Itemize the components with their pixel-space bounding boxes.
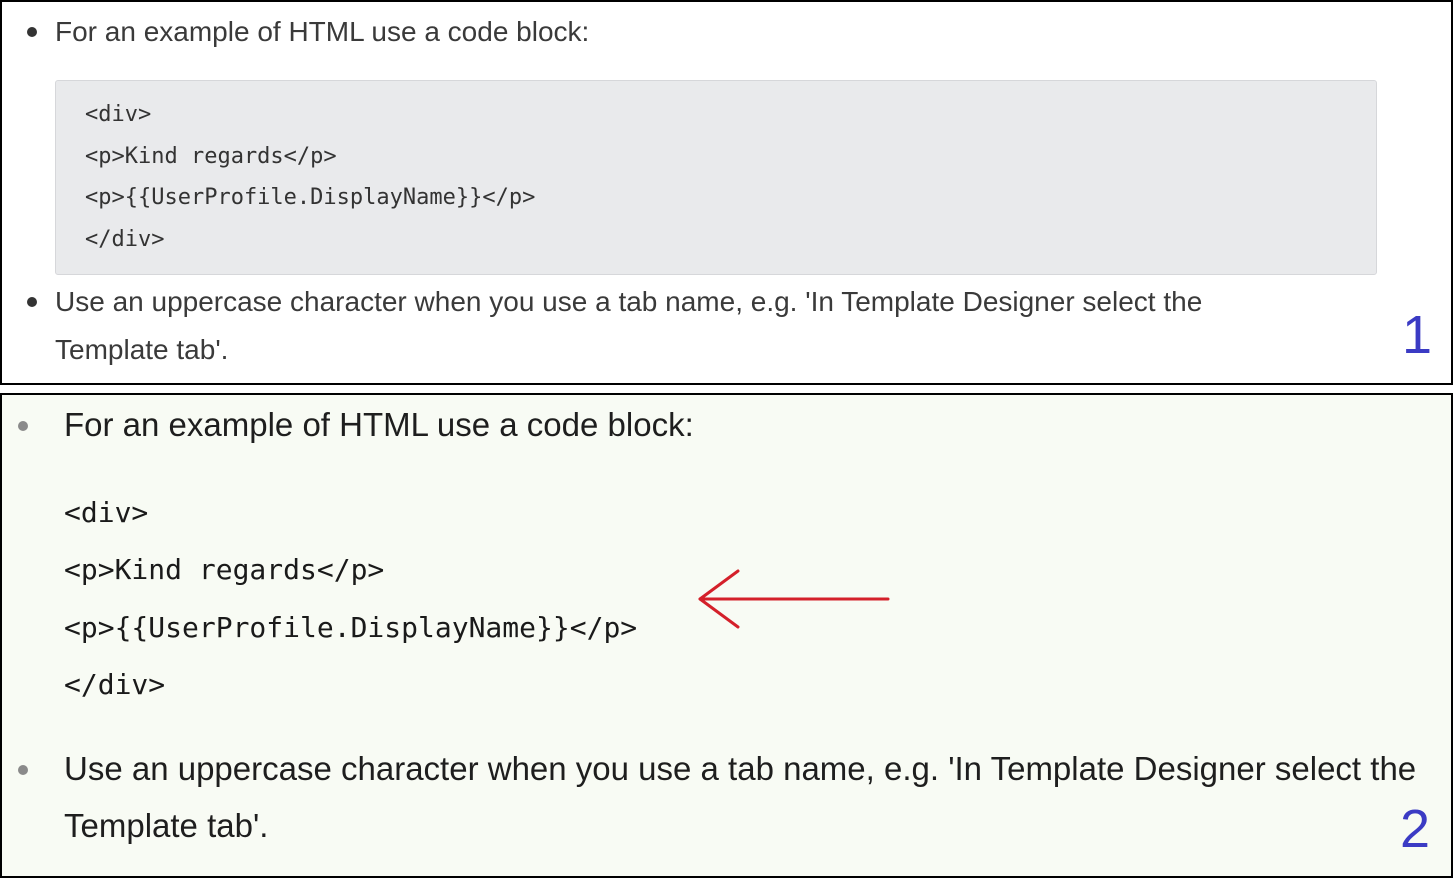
panel-number-label: 1 [1402,305,1433,365]
code-line: <div> [64,496,149,529]
list-item-text: Use an uppercase character when you use … [64,750,1417,787]
code-line: <p>Kind regards</p> [64,553,385,586]
bullet-icon [18,765,28,775]
comparison-panel-1: For an example of HTML use a code block:… [0,0,1453,385]
red-arrow-icon [698,569,890,629]
list-item-text: For an example of HTML use a code block: [64,406,694,443]
bullet-icon [27,27,37,37]
bullet-icon [18,421,28,431]
list-item-text: Template tab'. [64,807,269,844]
code-block: <div> <p>Kind regards</p> <p>{{UserProfi… [55,80,1377,275]
list-item-text: For an example of HTML use a code block: [55,16,590,47]
panel-number-label: 2 [1400,799,1431,859]
code-line: <div> [85,102,152,127]
code-line: </div> [64,668,166,701]
code-line: <p>Kind regards</p> [85,144,337,169]
code-line: <p>{{UserProfile.DisplayName}}</p> [64,611,638,644]
list-item-text: Template tab'. [55,334,229,365]
code-line: <p>{{UserProfile.DisplayName}}</p> [85,185,536,210]
list-item-text: Use an uppercase character when you use … [55,286,1203,317]
code-line: </div> [85,227,165,252]
bullet-icon [27,297,37,307]
comparison-panel-2: For an example of HTML use a code block:… [0,393,1453,878]
